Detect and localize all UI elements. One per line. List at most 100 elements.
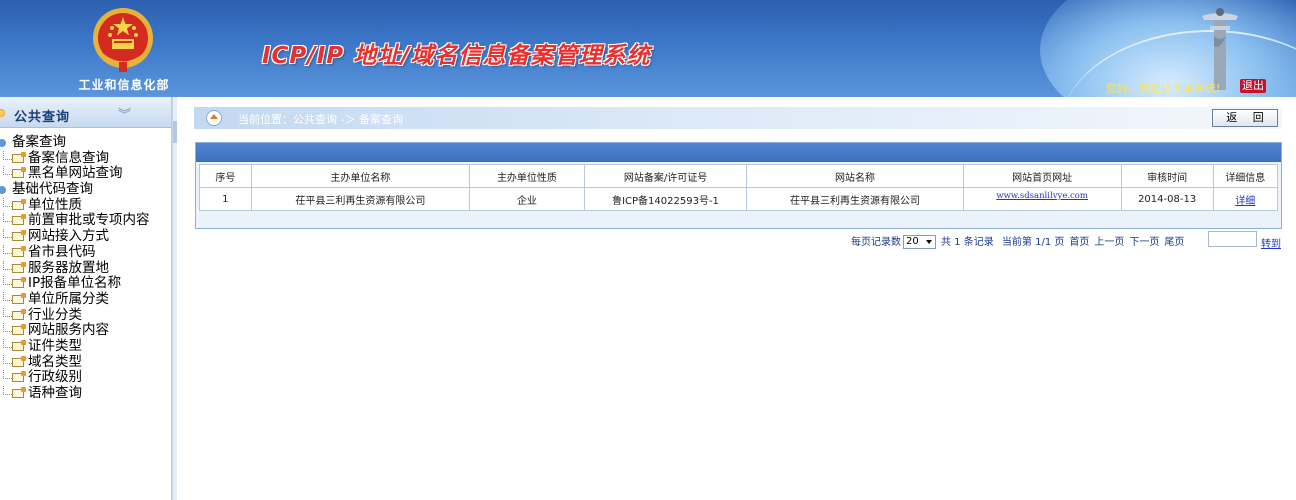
cell-index: 1 [199, 187, 252, 211]
tree-connector [3, 386, 12, 395]
collapse-chevron-icon[interactable]: ︾ [118, 104, 131, 123]
cell-date: 2014-08-13 [1120, 187, 1214, 211]
sidebar-panel-header[interactable]: 公共查询 ︾ [0, 97, 171, 128]
site-url-link[interactable]: www.sdsanlilvye.com [996, 191, 1088, 201]
column-header-index: 序号 [199, 164, 252, 188]
tree-item-region-code[interactable]: 省市县代码 [0, 244, 171, 261]
jump-link[interactable]: 转到 [1261, 235, 1281, 250]
document-icon [12, 308, 26, 320]
tree-item-language[interactable]: 语种查询 [0, 385, 171, 402]
tree-connector [3, 150, 12, 160]
tree-item-blacklist-query[interactable]: 黑名单网站查询 [0, 166, 171, 182]
tree-item-label[interactable]: IP报备单位名称 [28, 275, 121, 291]
tree-item-server-location[interactable]: 服务器放置地 [0, 260, 171, 277]
tree-group-filing-query[interactable]: 备案查询 [0, 134, 171, 151]
folder-icon [0, 139, 6, 147]
system-title: ICP/IP 地址/域名信息备案管理系统 [262, 43, 651, 69]
tree-item-label[interactable]: 语种查询 [28, 385, 82, 401]
home-icon [206, 110, 222, 126]
tree-connector [3, 229, 12, 239]
per-page-select[interactable]: 20 [903, 235, 936, 249]
table-header-row: 序号 主办单位名称 主办单位性质 网站备案/许可证号 网站名称 网站首页网址 审… [199, 164, 1279, 188]
breadcrumb: 当前位置：公共查询 -＞ 备案查询 [194, 107, 1282, 129]
tree-item-pre-approval[interactable]: 前置审批或专项内容 [0, 213, 171, 229]
ministry-name: 工业和信息化部 [78, 78, 170, 92]
document-icon [12, 198, 26, 210]
sidebar-splitter[interactable] [172, 97, 177, 500]
tree-item-industry[interactable]: 行业分类 [0, 307, 171, 324]
results-panel: 序号 主办单位名称 主办单位性质 网站备案/许可证号 网站名称 网站首页网址 审… [195, 142, 1282, 229]
document-icon [12, 214, 26, 226]
tree-item-filing-info-query[interactable]: 备案信息查询 [0, 150, 171, 167]
last-page-link[interactable]: 尾页 [1164, 237, 1184, 248]
tree-item-label[interactable]: 省市县代码 [28, 244, 96, 260]
tree-item-label[interactable]: 行业分类 [28, 307, 82, 323]
tree-item-label[interactable]: 行政级别 [28, 369, 82, 385]
sidebar-panel-title: 公共查询 [14, 110, 71, 125]
document-icon [12, 245, 26, 257]
tree-item-label[interactable]: 域名类型 [28, 354, 82, 370]
document-icon [12, 230, 26, 242]
prev-page-link[interactable]: 上一页 [1094, 237, 1124, 248]
tree-item-label[interactable]: 单位性质 [28, 197, 82, 213]
tree-item-admin-level[interactable]: 行政级别 [0, 369, 171, 386]
tree-item-label[interactable]: 黑名单网站查询 [28, 165, 123, 182]
jump-page-input[interactable] [1208, 231, 1257, 247]
app-header: 工业和信息化部 ICP/IP 地址/域名信息备案管理系统 您好，欢迎访问本系统!… [0, 0, 1296, 97]
nav-tree: 备案查询 备案信息查询 黑名单网站查询 基础代码查询 单位性质 前置审批或专项内… [0, 134, 171, 402]
national-emblem-icon [93, 8, 153, 72]
tree-item-service-content[interactable]: 网站服务内容 [0, 322, 171, 339]
document-icon [12, 167, 26, 179]
tree-group-label: 基础代码查询 [12, 181, 93, 198]
document-icon [12, 339, 26, 351]
back-button[interactable]: 返 回 [1212, 109, 1278, 127]
tree-connector [3, 197, 12, 207]
cell-url: www.sdsanlilvye.com [962, 187, 1122, 211]
table-row: 1 茌平县三利再生资源有限公司 企业 鲁ICP备14022593号-1 茌平县三… [199, 187, 1279, 211]
tree-item-label[interactable]: 网站服务内容 [28, 322, 109, 338]
tree-connector [3, 244, 12, 254]
tree-item-ip-reporter[interactable]: IP报备单位名称 [0, 275, 171, 292]
detail-link[interactable]: 详细 [1235, 196, 1255, 207]
document-icon [12, 261, 26, 273]
tree-item-label[interactable]: 前置审批或专项内容 [28, 212, 150, 229]
results-table: 序号 主办单位名称 主办单位性质 网站备案/许可证号 网站名称 网站首页网址 审… [199, 164, 1279, 211]
tree-group-base-code-query[interactable]: 基础代码查询 [0, 181, 171, 198]
tree-item-label[interactable]: 证件类型 [28, 338, 82, 354]
tree-item-label[interactable]: 服务器放置地 [28, 260, 109, 276]
tree-group-label: 备案查询 [12, 134, 66, 150]
first-page-link[interactable]: 首页 [1069, 237, 1089, 248]
cell-org-name: 茌平县三利再生资源有限公司 [250, 187, 471, 211]
sidebar: 公共查询 ︾ 备案查询 备案信息查询 黑名单网站查询 基础代码查询 单位性质 前… [0, 97, 172, 500]
document-icon [12, 371, 26, 383]
next-page-link[interactable]: 下一页 [1129, 237, 1159, 248]
pagination: 每页记录数 20 共 1 条记录 当前第 1/1 页首页 上一页 下一页 尾页 [851, 233, 1189, 249]
column-header-date: 审核时间 [1120, 164, 1214, 188]
tree-item-label[interactable]: 备案信息查询 [28, 150, 109, 166]
logout-button[interactable]: 退出 [1240, 79, 1266, 93]
column-header-url: 网站首页网址 [962, 164, 1122, 188]
tree-connector [3, 213, 12, 223]
folder-icon [0, 186, 6, 195]
tree-connector [3, 370, 12, 380]
current-page: 当前第 1/1 页 [1001, 237, 1065, 248]
column-header-detail: 详细信息 [1212, 164, 1279, 188]
column-header-license: 网站备案/许可证号 [583, 164, 748, 188]
splitter-grip[interactable] [173, 121, 177, 143]
tree-item-label[interactable]: 网站接入方式 [28, 228, 109, 244]
huabiao-pillar-icon [1202, 8, 1238, 90]
column-header-site-name: 网站名称 [746, 164, 964, 188]
tree-connector [3, 323, 12, 333]
tree-connector [3, 354, 12, 364]
tree-connector [3, 276, 12, 286]
document-icon [12, 277, 26, 289]
tree-item-org-category[interactable]: 单位所属分类 [0, 291, 171, 308]
tree-item-domain-type[interactable]: 域名类型 [0, 354, 171, 371]
tree-connector [3, 291, 12, 301]
tree-item-label[interactable]: 单位所属分类 [28, 291, 109, 307]
tree-connector [3, 260, 12, 270]
tree-item-access-method[interactable]: 网站接入方式 [0, 228, 171, 245]
welcome-message: 您好，欢迎访问本系统! [1106, 82, 1221, 95]
tree-item-id-type[interactable]: 证件类型 [0, 338, 171, 355]
document-icon [12, 387, 26, 398]
